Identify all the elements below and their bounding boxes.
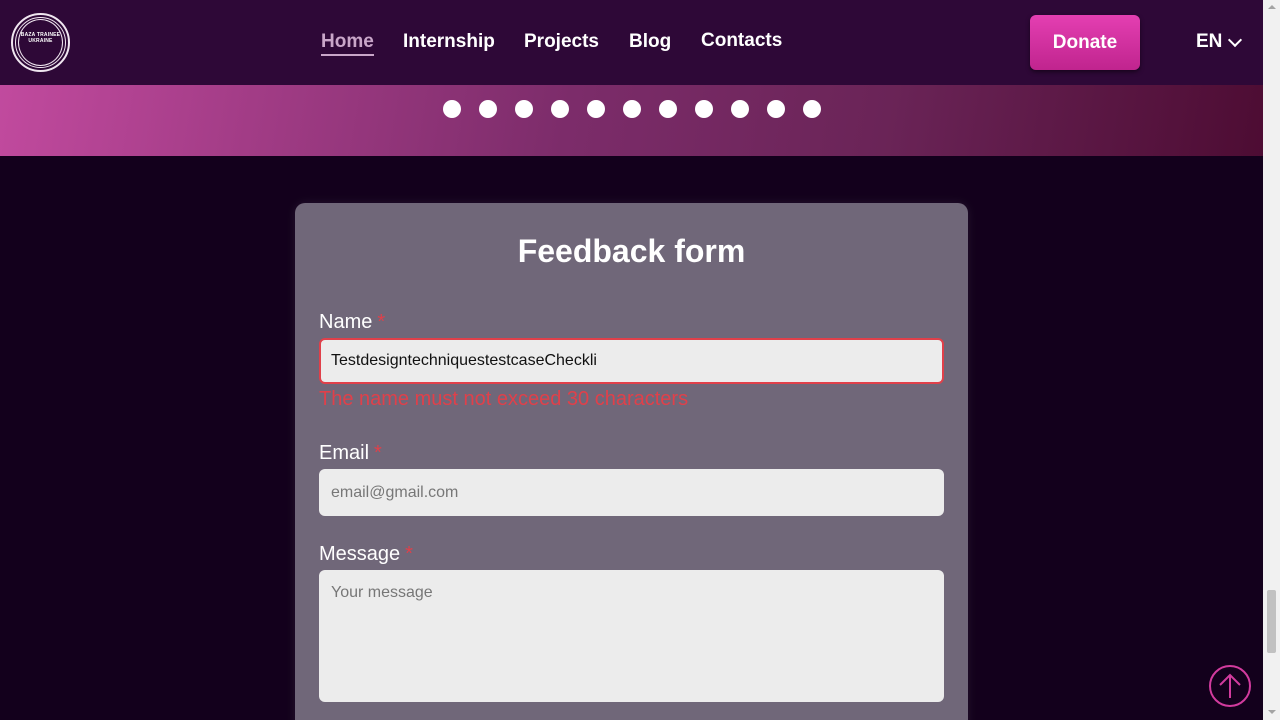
scrollbar-thumb[interactable]	[1267, 590, 1276, 653]
language-selector[interactable]: EN	[1196, 31, 1243, 53]
form-title: Feedback form	[517, 233, 746, 269]
scroll-up-arrow-icon[interactable]	[1268, 5, 1276, 9]
slider-dot[interactable]	[731, 100, 749, 118]
name-error-message: The name must not exceed 30 characters	[319, 388, 689, 410]
page-scrollbar[interactable]	[1263, 0, 1280, 720]
baza-trainee-logo[interactable]: BAZA TRAINEE UKRAINE	[11, 13, 70, 72]
required-mark: *	[377, 311, 386, 333]
site-header: BAZA TRAINEE UKRAINE Home Internship Pro…	[0, 0, 1263, 85]
slider-dot[interactable]	[623, 100, 641, 118]
slider-pagination	[443, 100, 821, 118]
slider-dot[interactable]	[479, 100, 497, 118]
message-label: Message *	[319, 543, 413, 565]
nav-blog[interactable]: Blog	[629, 31, 671, 53]
language-label: EN	[1196, 31, 1223, 52]
scroll-to-top-button[interactable]	[1209, 665, 1251, 707]
hero-banner	[0, 85, 1263, 156]
email-input[interactable]	[319, 469, 944, 516]
slider-dot[interactable]	[767, 100, 785, 118]
name-label: Name *	[319, 311, 386, 333]
nav-home[interactable]: Home	[321, 31, 374, 56]
slider-dot[interactable]	[443, 100, 461, 118]
slider-dot[interactable]	[587, 100, 605, 118]
slider-dot[interactable]	[515, 100, 533, 118]
logo-text: BAZA TRAINEE UKRAINE	[20, 32, 61, 44]
donate-button[interactable]: Donate	[1030, 15, 1140, 70]
chevron-down-icon	[1228, 32, 1243, 47]
nav-projects[interactable]: Projects	[524, 31, 599, 53]
required-mark: *	[374, 442, 382, 464]
nav-contacts[interactable]: Contacts	[701, 30, 782, 52]
arrow-up-icon	[1219, 673, 1241, 698]
required-mark: *	[405, 543, 413, 565]
slider-dot[interactable]	[803, 100, 821, 118]
slider-dot[interactable]	[695, 100, 713, 118]
name-input[interactable]	[319, 338, 944, 384]
email-label: Email *	[319, 442, 382, 464]
slider-dot[interactable]	[659, 100, 677, 118]
nav-internship[interactable]: Internship	[403, 31, 495, 53]
scroll-down-arrow-icon[interactable]	[1268, 710, 1276, 714]
slider-dot[interactable]	[551, 100, 569, 118]
message-textarea[interactable]	[319, 570, 944, 702]
